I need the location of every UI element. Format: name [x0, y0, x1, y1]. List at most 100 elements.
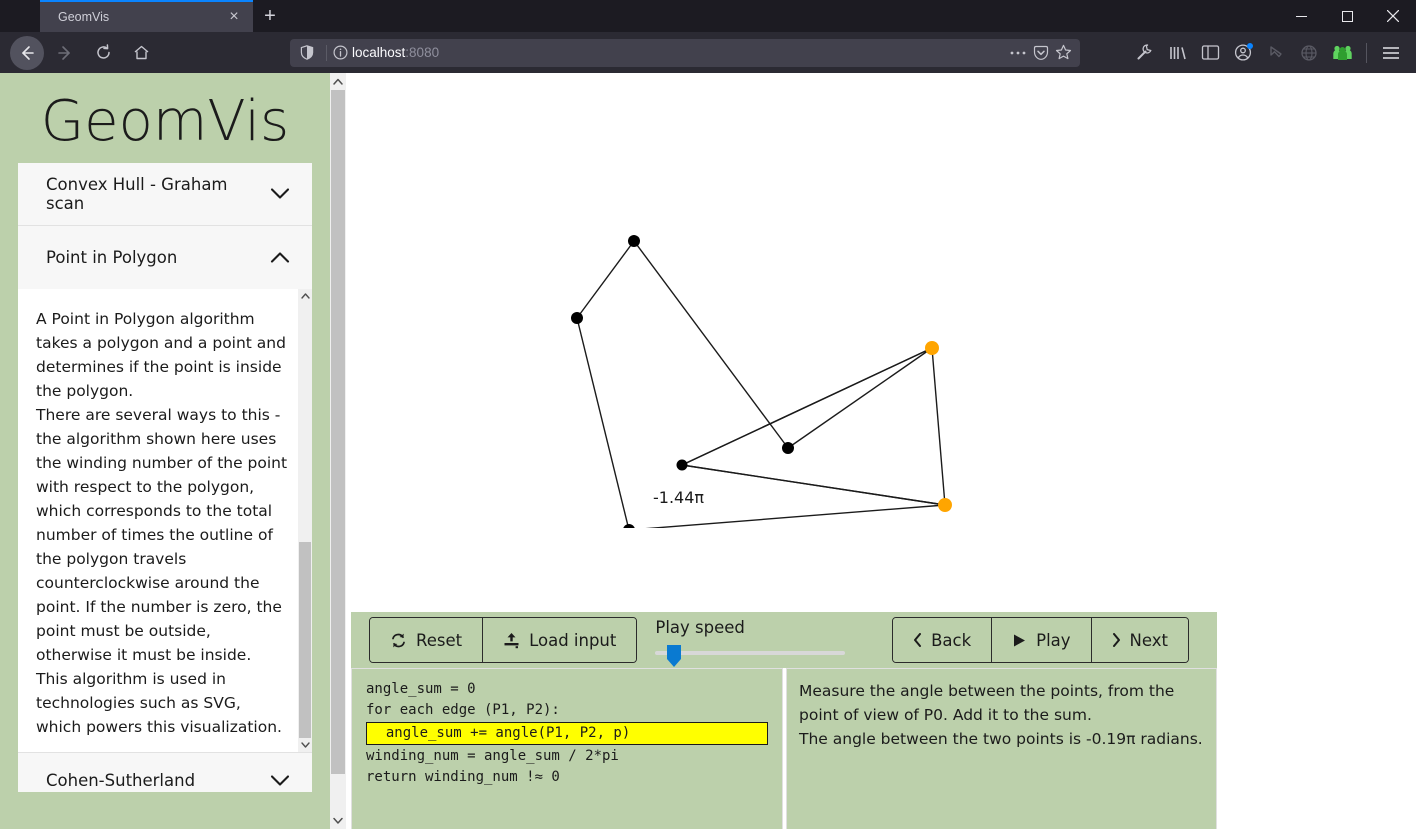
vertex[interactable] — [623, 524, 635, 528]
scroll-down-arrow[interactable] — [298, 737, 312, 752]
page-scrollbar-thumb[interactable] — [331, 90, 345, 774]
back-label: Back — [931, 630, 972, 650]
chevron-right-icon — [1112, 633, 1121, 647]
sidebar-item-label: Convex Hull - Graham scan — [46, 174, 228, 213]
code-line: for each edge (P1, P2): — [366, 702, 560, 718]
back-button[interactable] — [10, 35, 44, 70]
left-button-group: Reset Load input — [369, 617, 638, 663]
play-icon — [1012, 633, 1027, 648]
polygon-vertices[interactable] — [571, 235, 952, 528]
sidebar-icon[interactable] — [1195, 38, 1225, 68]
tab-title: GeomVis — [58, 10, 110, 24]
edge — [576, 317, 630, 528]
wrench-icon[interactable] — [1129, 38, 1159, 68]
home-button[interactable] — [124, 36, 158, 70]
sidebar-item-cohen-sutherland[interactable]: Cohen-Sutherland — [18, 751, 312, 792]
pocket-icon[interactable] — [1261, 38, 1291, 68]
ray — [681, 464, 946, 506]
chevron-down-icon — [270, 758, 290, 787]
vertex[interactable] — [628, 235, 640, 247]
next-button[interactable]: Next — [1091, 618, 1188, 662]
code-line: return winding_num !≈ 0 — [366, 769, 560, 785]
menu-icon[interactable] — [1376, 38, 1406, 68]
browser-window: GeomVis × + localhost:8080 GeomVis Conve… — [0, 0, 1416, 829]
play-button[interactable]: Play — [992, 618, 1092, 662]
browser-toolbar-icons — [1129, 38, 1410, 68]
browser-tab[interactable]: GeomVis × — [40, 0, 253, 32]
code-line: angle_sum = 0 — [366, 681, 476, 697]
highlighted-vertex[interactable] — [938, 498, 952, 512]
sidebar-item-convex-hull[interactable]: Convex Hull - Graham scan — [18, 162, 312, 226]
edge — [787, 347, 933, 449]
description-scrollbar[interactable] — [298, 288, 312, 752]
reload-button[interactable] — [86, 36, 120, 70]
page-scrollbar[interactable] — [330, 73, 346, 829]
minimize-button[interactable] — [1278, 0, 1324, 32]
library-icon[interactable] — [1162, 38, 1192, 68]
address-bar[interactable]: localhost:8080 — [290, 38, 1080, 67]
tab-strip: GeomVis × + — [0, 0, 1416, 32]
sidebar-item-label: Cohen-Sutherland — [46, 770, 196, 790]
page-content: GeomVis Convex Hull - Graham scan Point … — [0, 73, 1416, 829]
controls-bar: Reset Load input Play speed Back Play Ne… — [351, 612, 1217, 668]
account-icon[interactable] — [1228, 38, 1258, 68]
code-line-active: angle_sum += angle(P1, P2, p) — [366, 722, 768, 745]
url-text: localhost:8080 — [348, 45, 1009, 60]
sidebar-item-point-in-polygon[interactable]: Point in Polygon — [18, 225, 312, 289]
chevron-down-icon — [270, 187, 290, 200]
reset-button[interactable]: Reset — [370, 618, 484, 662]
scrollbar-thumb[interactable] — [299, 541, 311, 738]
window-controls — [1278, 0, 1416, 32]
new-tab-icon[interactable]: + — [253, 0, 287, 32]
containers-icon[interactable] — [1327, 38, 1357, 68]
pocket-save-icon[interactable] — [1033, 45, 1049, 61]
algorithm-description: A Point in Polygon algorithm takes a pol… — [36, 309, 288, 736]
urlbar-divider — [326, 44, 327, 61]
toolbar-divider — [1366, 42, 1367, 63]
shield-icon[interactable] — [300, 45, 314, 60]
vertex[interactable] — [571, 312, 583, 324]
visualization-canvas[interactable]: -1.44π — [346, 73, 1416, 528]
angle-rays — [681, 347, 946, 506]
close-button[interactable] — [1370, 0, 1416, 32]
chevron-left-icon — [913, 633, 922, 647]
main-content: -1.44π Reset Load input Play speed Back … — [346, 73, 1416, 829]
close-icon[interactable]: × — [225, 9, 243, 25]
vertex[interactable] — [782, 442, 794, 454]
code-line: winding_num = angle_sum / 2*pi — [366, 748, 619, 764]
url-port: :8080 — [405, 45, 440, 60]
polygon-side-edges — [931, 347, 946, 506]
polygon-svg[interactable]: -1.44π — [346, 73, 1416, 528]
app-logo: GeomVis — [40, 89, 290, 154]
page-scroll-up-arrow[interactable] — [330, 73, 346, 90]
play-speed-slider[interactable] — [667, 645, 682, 667]
navigation-toolbar: localhost:8080 — [0, 32, 1416, 73]
play-label: Play — [1036, 630, 1071, 650]
globe-icon[interactable] — [1294, 38, 1324, 68]
edge — [931, 347, 946, 506]
load-input-button[interactable]: Load input — [483, 618, 637, 662]
bottom-panels: angle_sum = 0 for each edge (P1, P2): an… — [351, 668, 1217, 829]
edge — [576, 240, 635, 319]
chevron-up-icon — [270, 251, 290, 264]
bookmark-star-icon[interactable] — [1055, 44, 1072, 61]
sidebar: GeomVis Convex Hull - Graham scan Point … — [0, 73, 330, 829]
play-speed-label: Play speed — [655, 618, 745, 637]
scroll-up-arrow[interactable] — [298, 288, 312, 303]
maximize-button[interactable] — [1324, 0, 1370, 32]
more-options-icon[interactable] — [1009, 50, 1027, 56]
forward-button[interactable] — [48, 36, 82, 70]
angle-label: -1.44π — [653, 488, 704, 507]
urlbar-actions — [1009, 44, 1072, 61]
pseudocode-panel: angle_sum = 0 for each edge (P1, P2): an… — [351, 668, 783, 829]
highlighted-vertex[interactable] — [925, 341, 939, 355]
page-info-icon[interactable] — [333, 45, 348, 60]
back-button[interactable]: Back — [893, 618, 993, 662]
ray — [681, 347, 933, 466]
refresh-icon — [390, 632, 407, 649]
page-scroll-down-arrow[interactable] — [330, 812, 346, 829]
play-speed-track[interactable] — [655, 651, 846, 655]
url-host: localhost — [352, 45, 406, 60]
vertex[interactable] — [676, 459, 688, 471]
explanation-panel: Measure the angle between the points, fr… — [786, 668, 1217, 829]
